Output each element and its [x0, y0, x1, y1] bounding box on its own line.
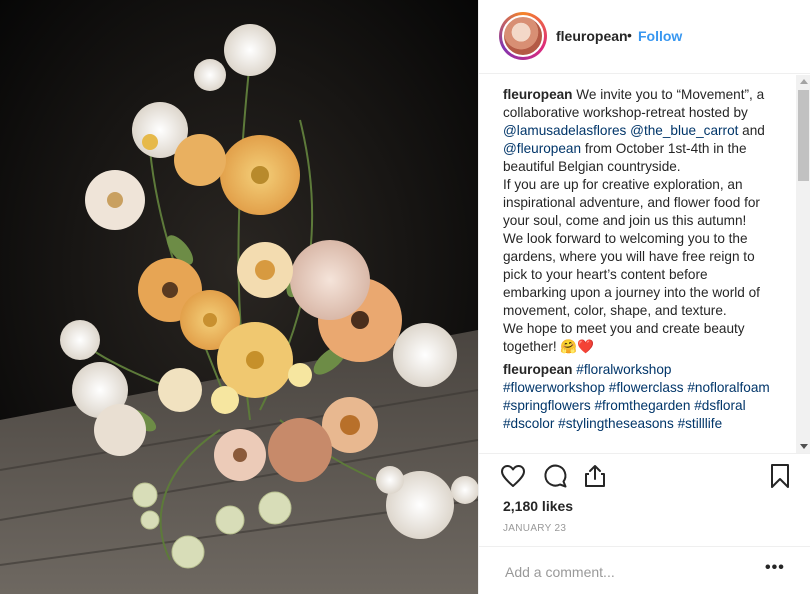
avatar[interactable]: [499, 12, 547, 60]
post-header: fleuropean • Follow: [479, 0, 810, 74]
follow-button[interactable]: Follow: [638, 28, 682, 44]
post-date[interactable]: JANUARY 23: [503, 523, 566, 534]
comments-scrollbar[interactable]: [796, 75, 810, 453]
separator-dot: •: [627, 27, 632, 43]
scrollbar-thumb[interactable]: [798, 90, 809, 181]
mention-fleuropean[interactable]: @fleuropean: [503, 141, 581, 156]
avatar-image: [502, 15, 544, 57]
heart-icon[interactable]: [499, 462, 527, 490]
flower-arrangement-image: [0, 0, 478, 594]
post-detail-panel: fleuropean • Follow fleuropean We invite…: [478, 0, 810, 594]
caption-paragraph-2: If you are up for creative exploration, …: [503, 177, 760, 228]
hashtag-link[interactable]: #flowerclass: [609, 380, 684, 395]
hashtag-link[interactable]: #dscolor: [503, 416, 554, 431]
hashtag-comment-username[interactable]: fleuropean: [503, 362, 573, 377]
hashtag-link[interactable]: #stilllife: [678, 416, 723, 431]
mention-the-blue-carrot[interactable]: @the_blue_carrot: [630, 123, 738, 138]
bookmark-icon[interactable]: [766, 462, 794, 490]
caption-paragraph-1: fleuropean We invite you to “Movement”, …: [503, 86, 773, 176]
comment-input[interactable]: [503, 561, 747, 583]
scroll-up-arrow-icon[interactable]: [800, 79, 808, 84]
scroll-down-arrow-icon[interactable]: [800, 444, 808, 449]
caption-paragraph-3: We look forward to welcoming you to the …: [503, 231, 760, 318]
hashtag-link[interactable]: #nofloralfoam: [687, 380, 769, 395]
caption-and: and: [738, 123, 765, 138]
mention-lamusadelasflores[interactable]: @lamusadelasflores: [503, 123, 626, 138]
hashtag-comment: fleuropean #floralworkshop #flowerworksh…: [503, 361, 773, 433]
hashtag-link[interactable]: #dsfloral: [694, 398, 745, 413]
post-actions: [479, 453, 810, 495]
share-icon[interactable]: [581, 462, 609, 490]
hashtag-link[interactable]: #fromthegarden: [594, 398, 690, 413]
more-options-icon[interactable]: •••: [765, 559, 785, 577]
hashtag-link[interactable]: #springflowers: [503, 398, 591, 413]
hashtag-link[interactable]: #flowerworkshop: [503, 380, 605, 395]
hashtag-link[interactable]: #stylingtheseasons: [558, 416, 674, 431]
caption-comment: fleuropean We invite you to “Movement”, …: [503, 86, 773, 433]
post-photo[interactable]: [0, 0, 478, 594]
likes-count[interactable]: 2,180 likes: [503, 498, 573, 514]
caption-paragraph-4: We hope to meet you and create beauty to…: [503, 321, 745, 354]
comment-icon[interactable]: [541, 462, 569, 490]
add-comment-bar: •••: [479, 546, 810, 594]
hashtag-link[interactable]: #floralworkshop: [576, 362, 671, 377]
comments-section[interactable]: fleuropean We invite you to “Movement”, …: [479, 75, 810, 453]
caption-username[interactable]: fleuropean: [503, 87, 573, 102]
username-link[interactable]: fleuropean: [556, 28, 628, 44]
